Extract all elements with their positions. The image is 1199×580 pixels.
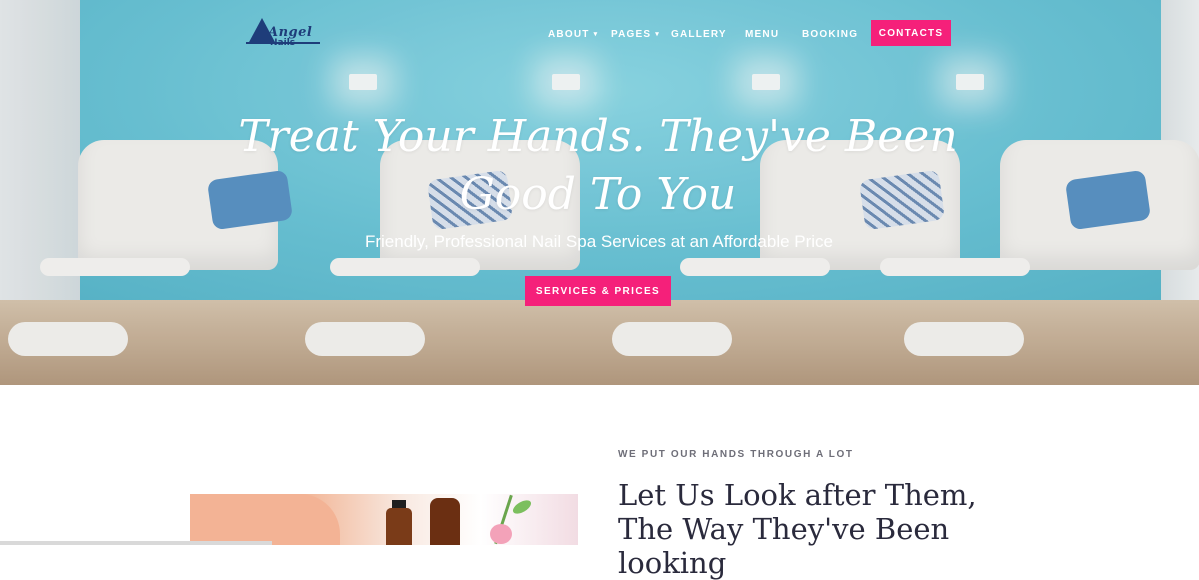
nav-item-label: PAGES (611, 28, 652, 40)
hand-shape (190, 494, 340, 545)
nav-item-label: GALLERY (671, 28, 727, 40)
nav-item-label: BOOKING (802, 28, 859, 40)
contacts-button[interactable]: CONTACTS (871, 20, 951, 46)
section-heading: Let Us Look after Them, The Way They've … (618, 478, 977, 580)
horizontal-scrollbar[interactable] (0, 541, 272, 545)
nav-item-pages[interactable]: PAGES ▾ (611, 27, 660, 41)
manicure-photo (190, 494, 578, 545)
bottle (430, 498, 460, 545)
chevron-down-icon: ▾ (655, 31, 660, 38)
nav-item-booking[interactable]: BOOKING (802, 27, 858, 41)
chevron-down-icon: ▾ (593, 31, 599, 38)
bottle (386, 508, 412, 545)
nav-item-gallery[interactable]: GALLERY (671, 27, 727, 41)
nav-item-label: ABOUT (548, 28, 590, 40)
nav-item-about[interactable]: ABOUT ▾ (548, 27, 598, 41)
hero-title: Treat Your Hands. They've Been Good To Y… (238, 111, 958, 220)
logo-text-line2: Nails (270, 38, 296, 48)
nav-item-menu[interactable]: MENU (745, 27, 779, 41)
nav-item-label: MENU (745, 28, 780, 40)
leaf (510, 497, 534, 517)
services-prices-button[interactable]: SERVICES & PRICES (525, 276, 671, 306)
section-eyebrow: WE PUT OUR HANDS THROUGH A LOT (618, 449, 854, 460)
flower-bloom (490, 524, 512, 544)
hero-subtitle: Friendly, Professional Nail Spa Services… (364, 232, 834, 251)
site-logo[interactable]: Angel Nails (246, 18, 322, 50)
